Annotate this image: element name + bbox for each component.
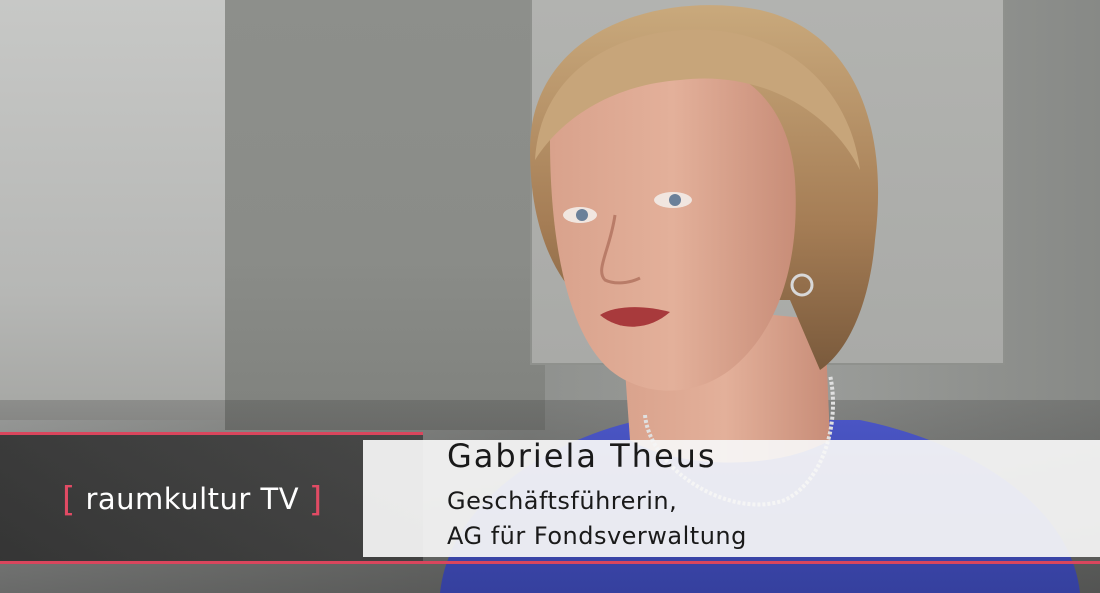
lower-third-bottom-line	[0, 561, 1100, 564]
speaker-name: Gabriela Theus	[447, 437, 717, 475]
logo-bracket-open: [	[62, 480, 76, 520]
channel-logo: [ raumkultur TV ]	[62, 478, 323, 520]
speaker-organization: AG für Fondsverwaltung	[447, 522, 747, 550]
channel-name: raumkultur TV	[85, 482, 300, 516]
logo-bracket-close: ]	[308, 480, 323, 520]
video-frame: [ raumkultur TV ] Gabriela Theus Geschäf…	[0, 0, 1100, 593]
channel-bug-top-line	[0, 432, 423, 435]
speaker-title: Geschäftsführerin,	[447, 487, 678, 515]
background-wall-left	[0, 0, 225, 420]
speaker-role: Geschäftsführerin, AG für Fondsverwaltun…	[447, 484, 747, 554]
